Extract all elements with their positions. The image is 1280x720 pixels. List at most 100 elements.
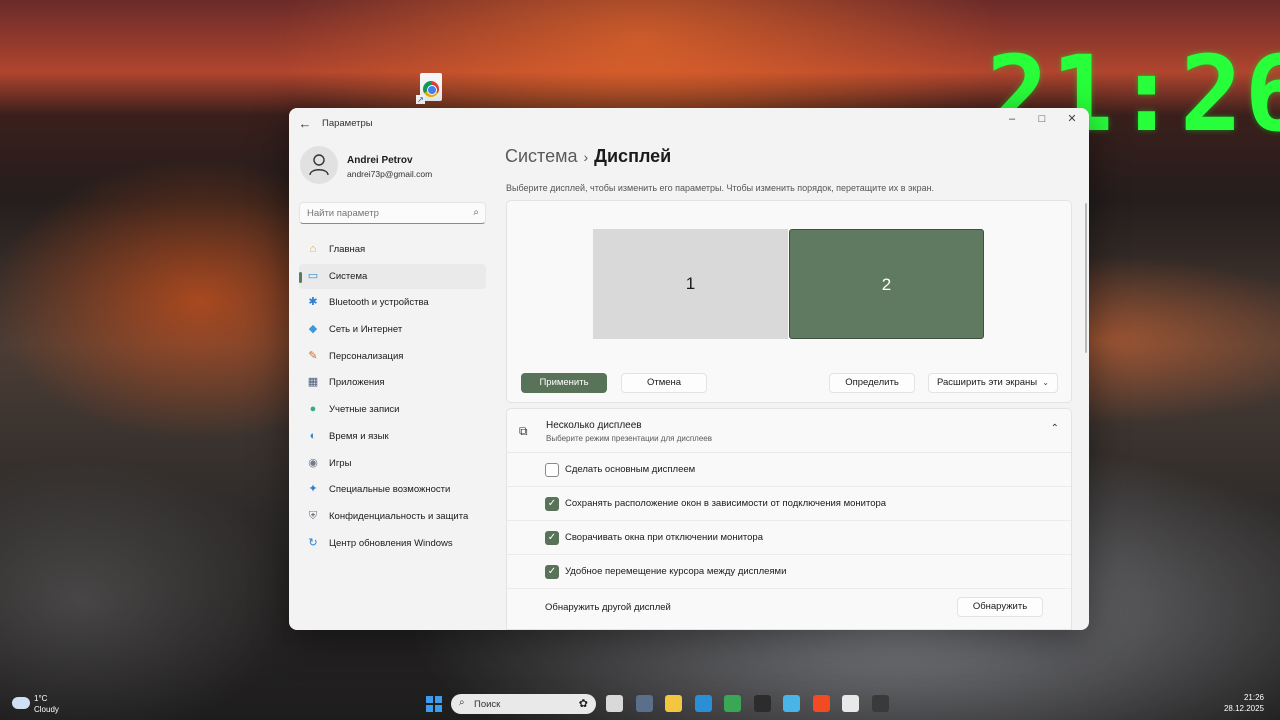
sidebar-item-accounts[interactable]: ● Учетные записи [299,397,486,422]
search-icon: ⌕ [473,207,479,218]
sidebar-item-accessibility[interactable]: ✦ Специальные возможности [299,477,486,502]
sidebar-item-gaming[interactable]: ◉ Игры [299,451,486,476]
option-row[interactable]: ✓ Удобное перемещение курсора между диспл… [507,555,1071,589]
sidebar-item-label: Время и язык [329,430,389,442]
home-icon: ⌂ [309,243,317,255]
settings-search-box[interactable]: ⌕ [299,202,486,224]
snipping-tool-icon[interactable] [842,695,859,712]
display-arrangement-panel: 1 2 Применить Отмена Определить Расширит… [506,200,1072,403]
apps-icon: ▦ [307,376,319,389]
page-title: Дисплей [594,146,672,166]
accounts-icon: ● [309,403,317,416]
gaming-icon: ◉ [308,456,318,469]
sidebar-item-apps[interactable]: ▦ Приложения [299,370,486,395]
display-1-tile[interactable]: 1 [593,229,788,339]
option-row[interactable]: Сделать основным дисплеем [507,453,1071,487]
back-arrow-icon[interactable]: ← [297,116,313,132]
chrome-icon[interactable] [724,695,741,712]
sidebar-item-label: Центр обновления Windows [329,537,453,549]
task-view-icon[interactable] [606,695,623,712]
breadcrumb-separator: › [583,149,589,165]
arrangement-hint: Выберите дисплей, чтобы изменить его пар… [506,183,935,193]
sidebar-item-label: Приложения [329,377,385,389]
taskbar-search-label: Поиск [474,699,501,710]
breadcrumb-parent[interactable]: Система [505,146,578,166]
multiple-displays-section: ⧉ Несколько дисплеев Выберите режим през… [506,408,1072,630]
shortcut-arrow-icon: ↗ [416,95,425,104]
network-icon: ◆ [308,323,318,336]
taskbar-date[interactable]: 28.12.2025 [1224,704,1264,713]
scrollbar[interactable] [1085,203,1087,353]
sidebar-item-label: Система [329,270,368,282]
cloud-icon[interactable] [12,697,30,709]
sidebar-item-label: Персонализация [329,350,404,362]
brush-icon: ✎ [308,349,318,362]
display-mode-value: Расширить эти экраны [937,377,1038,388]
option-label: Удобное перемещение курсора между диспле… [565,566,787,577]
edge-icon[interactable] [694,695,712,712]
option-label: Сделать основным дисплеем [565,464,696,475]
remote-desktop-icon[interactable] [783,695,800,712]
sidebar-item-shield[interactable]: ⛨ Конфиденциальность и защита [299,504,486,529]
avatar [300,146,338,184]
obs-icon[interactable] [871,695,889,712]
maximize-button[interactable]: □ [1027,108,1057,134]
user-email: andrei73p@gmail.com [347,169,433,179]
settings-icon[interactable] [635,695,653,712]
sidebar-item-time-language[interactable]: ◐ Время и язык [299,424,486,449]
checkbox-checked[interactable]: ✓ [545,531,559,545]
display-mode-dropdown[interactable]: Расширить эти экраны ⌄ [928,373,1058,393]
terminal-icon[interactable] [753,695,771,712]
detect-display-label: Обнаружить другой дисплей [545,602,671,613]
display-2-tile[interactable]: 2 [789,229,984,339]
detect-button[interactable]: Обнаружить [957,597,1043,617]
close-button[interactable]: ✕ [1057,108,1087,134]
settings-window: ← Параметры – □ ✕ Andrei Petrov andrei73… [289,108,1089,630]
checkbox-unchecked[interactable] [545,463,559,477]
multiple-displays-icon: ⧉ [519,424,528,438]
weather-temperature[interactable]: 1°C [34,694,47,703]
sidebar-item-label: Bluetooth и устройства [329,297,429,309]
sidebar-item-label: Игры [329,457,352,469]
windows-start-icon[interactable] [426,696,442,712]
option-row[interactable]: ✓ Сохранять расположение окон в зависимос… [507,487,1071,521]
taskbar-search[interactable]: ⌕ Поиск ✿ [451,694,596,714]
chevron-up-icon[interactable]: ⌃ [1051,423,1059,434]
apply-button[interactable]: Применить [521,373,607,393]
cancel-button[interactable]: Отмена [621,373,707,393]
sidebar-item-network[interactable]: ◆ Сеть и Интернет [299,317,486,342]
search-icon: ⌕ [459,697,465,708]
section-subtitle: Выберите режим презентации для дисплеев [546,434,712,443]
section-title: Несколько дисплеев [546,420,642,431]
user-profile[interactable]: Andrei Petrov andrei73p@gmail.com [300,146,490,186]
detect-display-row: Обнаружить другой дисплей Обнаружить [507,589,1071,629]
user-name: Andrei Petrov [347,155,413,166]
sidebar-item-home[interactable]: ⌂ Главная [299,237,486,262]
identify-button[interactable]: Определить [829,373,915,393]
checkbox-checked[interactable]: ✓ [545,565,559,579]
multiple-displays-header[interactable]: ⧉ Несколько дисплеев Выберите режим през… [507,409,1071,453]
chrome-shortcut-icon[interactable]: ↗ [416,73,446,105]
user-icon [309,154,329,176]
brave-icon[interactable] [812,695,830,712]
weather-description[interactable]: Cloudy [34,705,59,714]
update-icon: ↻ [308,536,318,549]
sidebar-item-label: Учетные записи [329,404,400,416]
window-title: Параметры [322,118,373,129]
sidebar-nav: ⌂ Главная ▭ Система ✱ Bluetooth и устройства ◆… [299,237,486,557]
option-row[interactable]: ✓ Сворачивать окна при отключении монитор… [507,521,1071,555]
sidebar-item-system[interactable]: ▭ Система [299,263,486,289]
search-input[interactable] [307,206,467,221]
minimize-button[interactable]: – [997,108,1027,134]
taskbar-time[interactable]: 21:26 [1244,693,1264,702]
option-label: Сворачивать окна при отключении монитора [565,532,763,543]
checkbox-checked[interactable]: ✓ [545,497,559,511]
sidebar-item-label: Главная [329,244,366,255]
file-explorer-icon[interactable] [665,695,682,712]
sidebar-item-update[interactable]: ↻ Центр обновления Windows [299,531,486,556]
sidebar-item-brush[interactable]: ✎ Персонализация [299,344,486,369]
chrome-icon [423,81,439,97]
sidebar-item-bluetooth[interactable]: ✱ Bluetooth и устройства [299,290,486,315]
title-bar: ← Параметры – □ ✕ [289,108,1089,140]
breadcrumb: Система › Дисплей [505,146,671,167]
